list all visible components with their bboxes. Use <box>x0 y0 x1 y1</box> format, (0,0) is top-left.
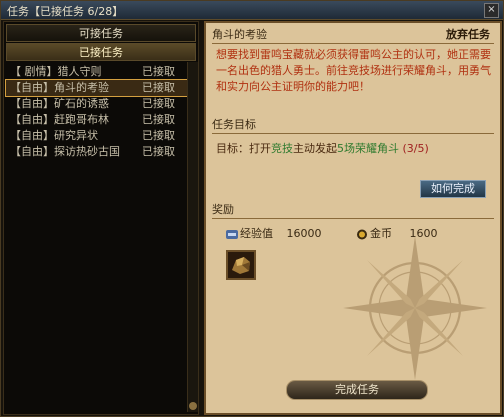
list-item-selected[interactable]: 【自由】角斗的考验 已接取 <box>5 79 197 97</box>
compass-icon <box>343 236 487 380</box>
quest-detail-panel: 角斗的考验 放弃任务 想要找到雷鸣宝藏就必须获得雷鸣公主的认可，她正需要一名出色… <box>204 21 502 415</box>
list-item[interactable]: 【自由】矿石的诱惑 已接取 <box>6 96 196 112</box>
quest-objective: 目标：打开竞技主动发起5场荣耀角斗 (3/5) <box>216 140 429 156</box>
exp-label: 经验值 <box>240 227 273 240</box>
quest-title-header: 角斗的考验 放弃任务 <box>212 27 494 44</box>
how-to-complete-button[interactable]: 如何完成 <box>420 180 486 198</box>
quest-name: 【 剧情】猎人守则 <box>10 65 102 78</box>
quest-list-panel: 可接任务 已接任务 【 剧情】猎人守则 已接取 【自由】角斗的考验 已接取 【自… <box>3 21 199 415</box>
quest-name: 【自由】研究异状 <box>10 129 98 142</box>
objective-mid: 主动发起 <box>293 142 337 155</box>
close-button[interactable]: × <box>484 3 499 18</box>
list-item[interactable]: 【自由】研究异状 已接取 <box>6 128 196 144</box>
quest-status: 已接取 <box>142 97 175 110</box>
exp-icon <box>226 229 238 239</box>
quest-status: 已接取 <box>142 65 175 78</box>
tab-available-quests[interactable]: 可接任务 <box>6 24 196 42</box>
quest-status: 已接取 <box>142 129 175 142</box>
title-bar[interactable]: 任务【已接任务 6/28】 × <box>1 1 503 20</box>
window-title: 任务【已接任务 6/28】 <box>7 5 124 18</box>
gold-value: 1600 <box>409 227 438 240</box>
exp-value: 16000 <box>286 227 322 240</box>
quest-description: 想要找到雷鸣宝藏就必须获得雷鸣公主的认可，她正需要一名出色的猎人勇士。前往竞技场… <box>216 48 491 93</box>
quest-window: 任务【已接任务 6/28】 × 可接任务 已接任务 【 剧情】猎人守则 已接取 … <box>0 0 504 417</box>
reward-exp: 经验值 16000 <box>226 225 322 241</box>
list-item[interactable]: 【 剧情】猎人守则 已接取 <box>6 64 196 80</box>
quest-name: 【自由】角斗的考验 <box>10 81 109 94</box>
abandon-quest-button[interactable]: 放弃任务 <box>446 27 490 43</box>
quest-status: 已接取 <box>142 81 175 94</box>
quest-name: 【自由】赶跑哥布林 <box>10 113 109 126</box>
ore-item-icon <box>232 257 250 274</box>
objective-goal: 5场荣耀角斗 <box>337 142 399 155</box>
reward-gold: 金币 1600 <box>356 225 438 241</box>
quest-title: 角斗的考验 <box>212 28 267 41</box>
reward-item-slot[interactable] <box>226 250 256 280</box>
quest-status: 已接取 <box>142 145 175 158</box>
scrollbar[interactable] <box>187 62 198 412</box>
tab-accepted-quests[interactable]: 已接任务 <box>6 43 196 61</box>
gold-label: 金币 <box>370 227 392 240</box>
quest-name: 【自由】矿石的诱惑 <box>10 97 109 110</box>
list-item[interactable]: 【自由】探访热砂古国 已接取 <box>6 144 196 160</box>
objective-progress: (3/5) <box>402 142 429 155</box>
quest-status: 已接取 <box>142 113 175 126</box>
arena-link[interactable]: 竞技 <box>271 142 293 155</box>
list-item[interactable]: 【自由】赶跑哥布林 已接取 <box>6 112 196 128</box>
reward-header: 奖励 <box>212 202 494 219</box>
complete-quest-button[interactable]: 完成任务 <box>286 380 428 400</box>
objective-header: 任务目标 <box>212 117 494 134</box>
gold-coin-icon <box>357 229 367 239</box>
objective-prefix: 目标：打开 <box>216 142 271 155</box>
quest-name: 【自由】探访热砂古国 <box>10 145 120 158</box>
scrollbar-thumb[interactable] <box>189 402 197 410</box>
quest-list: 【 剧情】猎人守则 已接取 【自由】角斗的考验 已接取 【自由】矿石的诱惑 已接… <box>5 64 197 160</box>
